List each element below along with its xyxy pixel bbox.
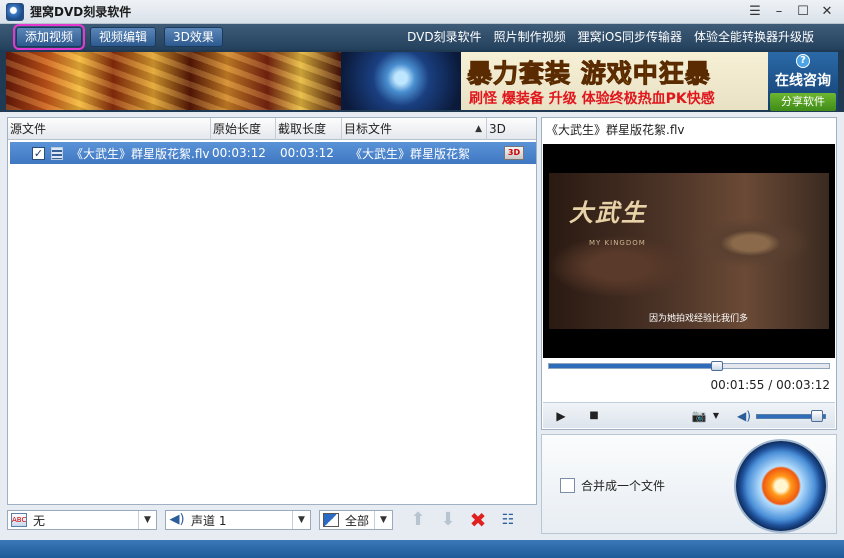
player-controls: ▶ ■ 📷 ▼ ◀) [543, 402, 835, 428]
video-logo-subtext: MY KINGDOM [589, 239, 646, 247]
seek-bar[interactable] [548, 361, 830, 371]
burn-disc-button[interactable] [736, 441, 826, 531]
app-icon [6, 2, 24, 21]
file-list-header: 源文件 原始长度 截取长度 目标文件 ▲ 3D [8, 118, 536, 140]
chevron-down-icon[interactable]: ▼ [374, 511, 392, 529]
sort-asc-icon: ▲ [475, 124, 482, 134]
move-down-icon[interactable]: ⬇ [435, 508, 461, 532]
row-checkbox[interactable]: ✓ [32, 146, 45, 160]
volume-icon[interactable]: ◀) [735, 407, 753, 425]
preview-title: 《大武生》群星版花絮.flv [546, 123, 685, 137]
col-source-file[interactable]: 源文件 [8, 118, 211, 140]
col-target-file[interactable]: 目标文件 ▲ [342, 118, 487, 140]
3d-badge-icon[interactable]: 3D [504, 146, 524, 160]
volume-handle[interactable] [811, 410, 824, 422]
link-ios-sync[interactable]: 狸窝iOS同步传输器 [578, 28, 682, 46]
title-bar: 狸窝DVD刻录软件 ☰ – ☐ ✕ [0, 0, 844, 24]
window-title: 狸窝DVD刻录软件 [30, 5, 132, 19]
camera-icon[interactable]: 📷 [690, 407, 708, 425]
chevron-down-icon[interactable]: ▼ [138, 511, 156, 529]
col-3d[interactable]: 3D [487, 118, 536, 140]
col-target-file-label: 目标文件 [344, 122, 393, 136]
delete-icon[interactable]: ✖ [465, 508, 491, 532]
subtitle-select[interactable]: ABC 无 ▼ [7, 510, 157, 530]
list-bottom-bar: ABC 无 ▼ ◀) 声道 1 ▼ 全部 ▼ ⬆ ⬇ ✖ ☷ [7, 506, 537, 534]
video-edit-button[interactable]: 视频编辑 [90, 27, 157, 47]
status-bar [0, 540, 844, 558]
preview-panel: 《大武生》群星版花絮.flv 大武生 MY KINGDOM 因为她拍戏经验比我们… [541, 117, 837, 430]
play-icon[interactable]: ▶ [552, 407, 570, 425]
row-source-file: 《大武生》群星版花絮.flv [71, 146, 209, 161]
apply-all-icon [323, 513, 339, 527]
subtitle-select-value: 无 [33, 513, 46, 528]
row-target-file: 《大武生》群星版花絮 [350, 146, 471, 161]
ad-subline: 刷怪 爆装备 升级 体验终极热血PK快感 [469, 91, 715, 107]
close-icon[interactable]: ✕ [818, 3, 836, 21]
playback-time: 00:01:55 / 00:03:12 [710, 378, 830, 392]
move-up-icon[interactable]: ⬆ [405, 508, 431, 532]
main-area: 源文件 原始长度 截取长度 目标文件 ▲ 3D ✓ 《大武生》群星版花絮.flv… [0, 112, 844, 540]
audio-track-select[interactable]: ◀) 声道 1 ▼ [165, 510, 311, 530]
apply-all-value: 全部 [345, 513, 370, 528]
maximize-icon[interactable]: ☐ [794, 3, 812, 21]
link-dvd-burner[interactable]: DVD刻录软件 [407, 28, 481, 46]
banner-character-art [341, 52, 461, 110]
window-controls: ☰ – ☐ ✕ [746, 3, 836, 21]
chevron-down-icon[interactable]: ▼ [707, 407, 725, 425]
merge-label: 合并成一个文件 [581, 479, 666, 493]
audio-track-value: 声道 1 [191, 513, 227, 528]
subtitle-icon: ABC [11, 513, 27, 527]
ad-banner[interactable]: 暴力套装 游戏中狂暴 刷怪 爆装备 升级 体验终极热血PK快感 ? 在线咨询 分… [6, 52, 838, 111]
video-logo-text: 大武生 [569, 198, 647, 227]
row-original-length: 00:03:12 [212, 146, 266, 160]
video-player[interactable]: 大武生 MY KINGDOM 因为她拍戏经验比我们多 [543, 144, 835, 358]
clear-list-icon[interactable]: ☷ [495, 508, 521, 532]
banner-game-art [6, 52, 341, 110]
banner-ad-text[interactable]: 暴力套装 游戏中狂暴 刷怪 爆装备 升级 体验终极热血PK快感 [461, 52, 768, 110]
share-software-button[interactable]: 分享软件 [770, 93, 836, 111]
link-converter-upgrade[interactable]: 体验全能转换器升级版 [694, 28, 814, 46]
video-frame: 大武生 MY KINGDOM 因为她拍戏经验比我们多 [549, 173, 829, 329]
table-row[interactable]: ✓ 《大武生》群星版花絮.flv 00:03:12 00:03:12 《大武生》… [10, 142, 536, 164]
link-photo-video[interactable]: 照片制作视频 [494, 28, 566, 46]
stop-icon[interactable]: ■ [585, 407, 603, 425]
film-icon [51, 146, 63, 160]
seek-progress [549, 364, 717, 368]
menu-icon[interactable]: ☰ [746, 3, 764, 21]
burn-panel: 合并成一个文件 [541, 434, 837, 534]
col-clip-length[interactable]: 截取长度 [276, 118, 342, 140]
file-list[interactable]: 源文件 原始长度 截取长度 目标文件 ▲ 3D ✓ 《大武生》群星版花絮.flv… [7, 117, 537, 505]
top-links: DVD刻录软件 照片制作视频 狸窝iOS同步传输器 体验全能转换器升级版 [407, 28, 814, 46]
banner-side-panel: ? 在线咨询 分享软件 [768, 52, 838, 111]
help-icon[interactable]: ? [796, 54, 810, 68]
video-subtitle-caption: 因为她拍戏经验比我们多 [649, 314, 749, 324]
row-clip-length: 00:03:12 [280, 146, 334, 160]
col-original-length[interactable]: 原始长度 [211, 118, 276, 140]
apply-all-select[interactable]: 全部 ▼ [319, 510, 393, 530]
chevron-down-icon[interactable]: ▼ [292, 511, 310, 529]
3d-effect-button[interactable]: 3D效果 [164, 27, 223, 47]
toolbar: 添加视频 视频编辑 3D效果 DVD刻录软件 照片制作视频 狸窝iOS同步传输器… [0, 24, 844, 50]
seek-handle[interactable] [711, 361, 723, 371]
add-video-button[interactable]: 添加视频 [12, 24, 86, 50]
speaker-icon: ◀) [169, 512, 185, 527]
ad-headline: 暴力套装 游戏中狂暴 [467, 59, 711, 89]
merge-option[interactable]: 合并成一个文件 [560, 477, 665, 494]
minimize-icon[interactable]: – [770, 3, 788, 21]
online-consult-link[interactable]: 在线咨询 [775, 70, 831, 90]
merge-checkbox[interactable] [560, 478, 575, 493]
